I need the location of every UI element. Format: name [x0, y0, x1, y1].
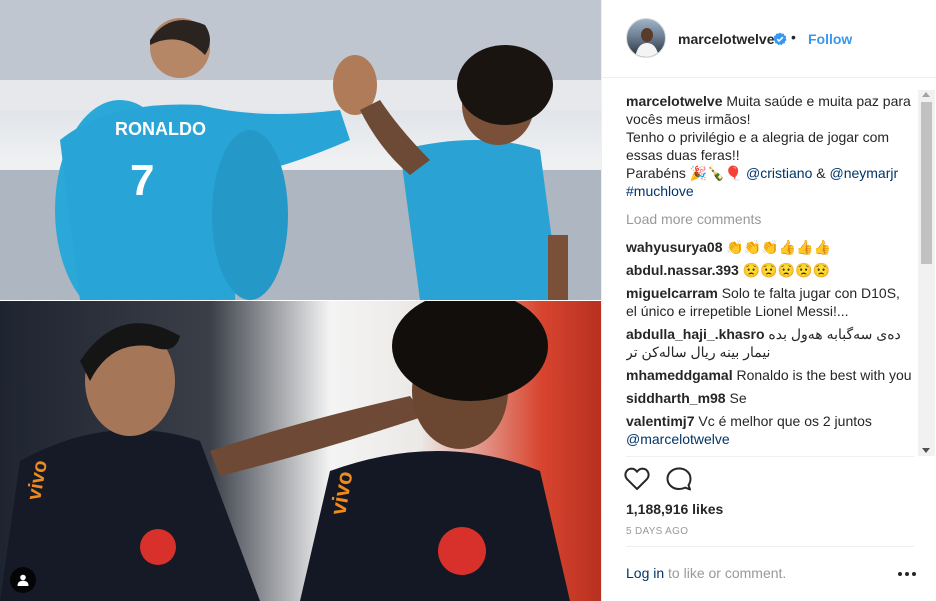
login-suffix: to like or comment. [668, 565, 787, 581]
verified-badge-icon [773, 32, 787, 46]
comment-username[interactable]: wahyusurya08 [626, 239, 723, 255]
scroll-down-arrow-icon[interactable] [922, 448, 930, 453]
post-caption: marcelotwelve Muita saúde e muita paz pa… [626, 92, 914, 200]
heart-icon[interactable] [624, 467, 650, 491]
photo-bottom-panel: vivo vivo [0, 301, 601, 601]
svg-text:7: 7 [130, 156, 154, 205]
login-divider [626, 546, 914, 547]
caption-line2: Tenho o privilégio e a alegria de jogar … [626, 129, 890, 163]
post-photo[interactable]: RONALDO 7 vivo vivo [0, 0, 601, 601]
comment-item: valentimj7 Vc é melhor que os 2 juntos @… [626, 412, 914, 448]
comment-username[interactable]: miguelcarram [626, 285, 718, 301]
more-dot [898, 572, 902, 576]
follow-button[interactable]: Follow [808, 31, 852, 47]
caption-amp: & [816, 165, 826, 181]
comment-username[interactable]: mhameddgamal [626, 367, 733, 383]
scrollbar-thumb[interactable] [921, 102, 932, 264]
post-timestamp: 5 DAYS AGO [626, 526, 689, 537]
comment-username[interactable]: valentimj7 [626, 413, 694, 429]
caption-username[interactable]: marcelotwelve [626, 93, 723, 109]
comment-text: 👏👏👏👍👍👍 [726, 239, 831, 255]
user-tag-icon [17, 574, 29, 586]
login-prompt: Log in to like or comment. [626, 565, 786, 581]
header-username[interactable]: marcelotwelve [678, 31, 775, 47]
mention-neymarjr[interactable]: @neymarjr [829, 165, 898, 181]
post-sidebar: marcelotwelve • Follow marcelotwelve Mui… [601, 0, 936, 601]
comment-text: Se [729, 390, 747, 406]
post-header: marcelotwelve • Follow [602, 0, 936, 78]
load-more-comments[interactable]: Load more comments [626, 210, 914, 228]
comment-mention[interactable]: @marcelotwelve [626, 431, 730, 447]
hashtag-muchlove[interactable]: #muchlove [626, 183, 694, 199]
comment-icon[interactable] [666, 467, 692, 491]
comment-item: mhameddgamal Ronaldo is the best with yo… [626, 366, 914, 384]
comments-scrollbar[interactable] [918, 90, 935, 456]
more-dot [912, 572, 916, 576]
comment-item: siddharth_m98 Se [626, 389, 914, 407]
comment-text: 😟😟😟😟😟 [742, 262, 830, 278]
more-options-icon[interactable] [898, 567, 918, 581]
likes-count[interactable]: 1,188,916 likes [626, 501, 723, 517]
avatar[interactable] [626, 18, 666, 58]
caption-line3: Parabéns 🎉🍾🎈 [626, 165, 743, 181]
comment-username[interactable]: abdulla_haji_.khasro [626, 326, 765, 342]
comment-item: abdul.nassar.393 😟😟😟😟😟 [626, 261, 914, 279]
comment-text: Ronaldo is the best with you [736, 367, 912, 383]
scroll-up-arrow-icon[interactable] [922, 92, 930, 97]
comment-text: Vc é melhor que os 2 juntos [698, 413, 872, 429]
comment-item: wahyusurya08 👏👏👏👍👍👍 [626, 238, 914, 256]
comment-item: miguelcarram Solo te falta jugar con D10… [626, 284, 914, 320]
user-tag-button[interactable] [10, 567, 36, 593]
comment-username[interactable]: abdul.nassar.393 [626, 262, 739, 278]
comment-username[interactable]: siddharth_m98 [626, 390, 726, 406]
login-link[interactable]: Log in [626, 565, 664, 581]
header-separator: • [791, 29, 796, 45]
photo-top-panel: RONALDO 7 [0, 0, 601, 300]
jersey-name-text: RONALDO [115, 119, 206, 139]
more-dot [905, 572, 909, 576]
comment-item: abdulla_haji_.khasro دەی سەگبابە هەول بد… [626, 325, 914, 361]
actions-divider [626, 456, 914, 457]
mention-cristiano[interactable]: @cristiano [746, 165, 812, 181]
comments-list[interactable]: marcelotwelve Muita saúde e muita paz pa… [626, 88, 914, 456]
